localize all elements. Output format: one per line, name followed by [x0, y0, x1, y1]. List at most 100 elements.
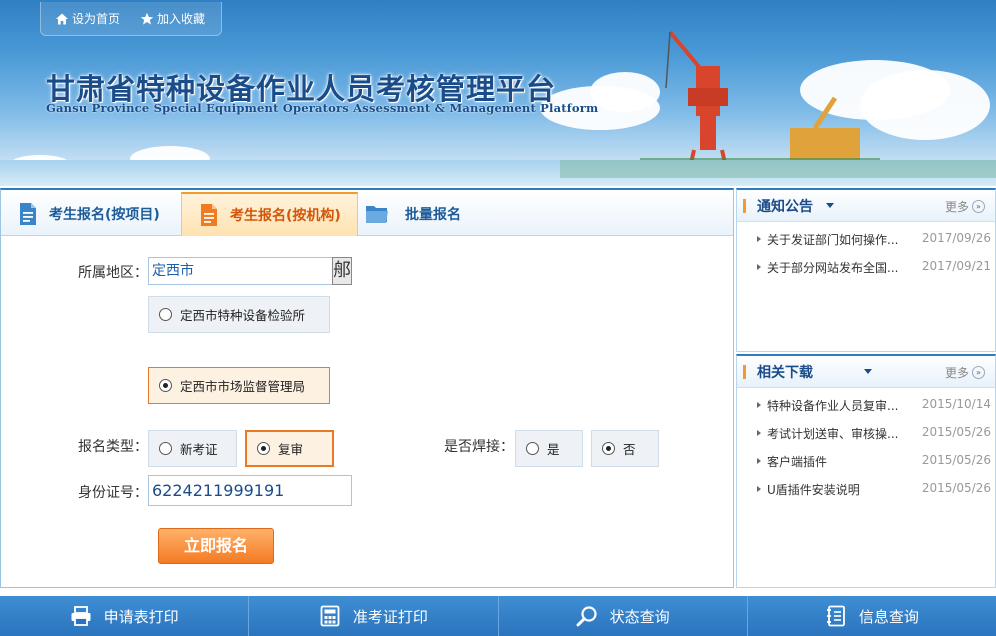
bullet-icon	[757, 236, 761, 242]
type-option-new-cert[interactable]: 新考证	[148, 430, 237, 467]
nav-print-application[interactable]: 申请表打印	[0, 596, 250, 636]
chevron-down-icon[interactable]	[826, 203, 834, 208]
nav-print-admission-ticket[interactable]: 准考证打印	[249, 596, 499, 636]
region-input[interactable]: 定西市	[148, 257, 333, 285]
welding-label: 是否焊接：	[444, 439, 514, 455]
list-item-title: 考试计划送审、审核操...	[767, 427, 899, 441]
list-item-title: 客户端插件	[767, 455, 828, 469]
bullet-icon	[757, 264, 761, 270]
tab-label: 批量报名	[405, 207, 461, 223]
type-option-label: 新考证	[180, 442, 218, 457]
list-item-date: 2015/10/14	[921, 397, 991, 411]
id-number-label: 身份证号：	[78, 485, 148, 501]
double-chevron-right-icon: »	[972, 366, 985, 379]
more-label: 更多	[944, 200, 969, 214]
list-item-date: 2015/05/26	[921, 481, 991, 495]
downloads-list: 特种设备作业人员复审... 2015/10/14 考试计划送审、审核操... 2…	[737, 388, 995, 509]
magnifier-icon	[576, 606, 597, 627]
notices-list: 关于发证部门如何操作... 2017/09/26 关于部分网站发布全国... 2…	[737, 222, 995, 287]
welding-option-yes[interactable]: 是	[515, 430, 583, 467]
tab-label: 考生报名(按项目)	[49, 207, 160, 223]
institution-option-label: 定西市市场监督管理局	[180, 379, 306, 394]
water-strip	[560, 160, 996, 178]
notebook-icon	[826, 605, 845, 627]
downloads-panel: 相关下载 更多 » 特种设备作业人员复审... 2015/10/14 考试计划送…	[736, 354, 996, 588]
region-select-button[interactable]: 郍	[332, 257, 352, 285]
radio-button-checked	[257, 442, 270, 455]
radio-button-checked	[602, 442, 615, 455]
double-chevron-right-icon: »	[972, 200, 985, 213]
bullet-icon	[757, 458, 761, 464]
set-homepage-link[interactable]: 设为首页	[55, 10, 120, 27]
bullet-icon	[757, 486, 761, 492]
radio-button	[159, 442, 172, 455]
home-icon	[56, 13, 68, 24]
downloads-more-link[interactable]: 更多 »	[945, 364, 985, 381]
institution-option-market-supervision[interactable]: 定西市市场监督管理局	[148, 367, 330, 404]
registration-type-label: 报名类型：	[78, 439, 148, 455]
nav-label: 信息查询	[858, 607, 919, 626]
nav-label: 准考证打印	[352, 607, 428, 626]
welding-option-label: 是	[547, 442, 560, 457]
crane-illustration	[640, 30, 880, 178]
nav-info-query[interactable]: 信息查询	[748, 596, 996, 636]
printer-icon	[71, 606, 91, 626]
downloads-header: 相关下载 更多 »	[737, 356, 995, 388]
institution-option-inspection[interactable]: 定西市特种设备检验所	[148, 296, 330, 333]
list-item-date: 2017/09/26	[921, 231, 991, 245]
header-marker	[743, 199, 746, 213]
list-item[interactable]: 关于发证部门如何操作... 2017/09/26	[737, 231, 995, 259]
tab-register-by-institution[interactable]: 考生报名(按机构)	[181, 192, 358, 236]
notices-header: 通知公告 更多 »	[737, 190, 995, 222]
list-item-date: 2015/05/26	[921, 425, 991, 439]
notices-panel: 通知公告 更多 » 关于发证部门如何操作... 2017/09/26 关于部分网…	[736, 188, 996, 352]
region-label: 所属地区：	[78, 265, 148, 281]
list-item[interactable]: 考试计划送审、审核操... 2015/05/26	[737, 425, 995, 453]
add-favorite-link[interactable]: 加入收藏	[140, 10, 205, 27]
type-option-review[interactable]: 复审	[245, 430, 334, 467]
list-item-title: U盾插件安装说明	[767, 483, 860, 497]
list-item-title: 特种设备作业人员复审...	[767, 399, 899, 413]
list-item-date: 2015/05/26	[921, 453, 991, 467]
tab-register-by-project[interactable]: 考生报名(按项目)	[17, 192, 160, 236]
registration-panel: 考生报名(按项目) 考生报名(按机构) 批量报名 所属地区： 定西市 郍 定西市…	[0, 188, 734, 588]
tab-label: 考生报名(按机构)	[230, 208, 341, 224]
tab-batch-register[interactable]: 批量报名	[365, 192, 461, 236]
set-homepage-label: 设为首页	[72, 12, 121, 26]
list-item[interactable]: U盾插件安装说明 2015/05/26	[737, 481, 995, 509]
notices-title: 通知公告	[757, 199, 813, 215]
registration-tabs: 考生报名(按项目) 考生报名(按机构) 批量报名	[1, 190, 733, 236]
bottom-nav-bar: 申请表打印 准考证打印 状态查询 信息查询	[0, 596, 996, 636]
nav-status-query[interactable]: 状态查询	[499, 596, 748, 636]
downloads-title: 相关下载	[757, 365, 813, 381]
header-marker	[743, 365, 746, 379]
bullet-icon	[757, 402, 761, 408]
list-item-title: 关于发证部门如何操作...	[767, 233, 899, 247]
welding-option-no[interactable]: 否	[591, 430, 659, 467]
add-favorite-label: 加入收藏	[157, 12, 206, 26]
document-icon	[201, 204, 217, 226]
type-option-label: 复审	[278, 442, 304, 457]
folder-icon	[366, 206, 388, 223]
header-banner: 设为首页 加入收藏 甘肃省特种设备作业人员考核管理平台 Gansu Provin…	[0, 0, 996, 186]
radio-button	[526, 442, 539, 455]
list-item[interactable]: 客户端插件 2015/05/26	[737, 453, 995, 481]
chevron-down-icon[interactable]	[864, 369, 872, 374]
notices-more-link[interactable]: 更多 »	[945, 198, 985, 215]
top-links-bar: 设为首页 加入收藏	[40, 2, 222, 36]
register-now-button[interactable]: 立即报名	[158, 528, 274, 564]
more-label: 更多	[944, 366, 969, 380]
star-icon	[140, 12, 154, 25]
list-item[interactable]: 关于部分网站发布全国... 2017/09/21	[737, 259, 995, 287]
id-number-input[interactable]: 6224211999191	[148, 475, 352, 506]
radio-button	[159, 308, 172, 321]
list-item[interactable]: 特种设备作业人员复审... 2015/10/14	[737, 397, 995, 425]
welding-option-label: 否	[623, 442, 636, 457]
list-item-title: 关于部分网站发布全国...	[767, 261, 899, 275]
list-item-date: 2017/09/21	[921, 259, 991, 273]
radio-button-checked	[159, 379, 172, 392]
nav-label: 状态查询	[609, 607, 670, 626]
bullet-icon	[757, 430, 761, 436]
nav-label: 申请表打印	[103, 607, 179, 626]
document-icon	[20, 203, 36, 225]
